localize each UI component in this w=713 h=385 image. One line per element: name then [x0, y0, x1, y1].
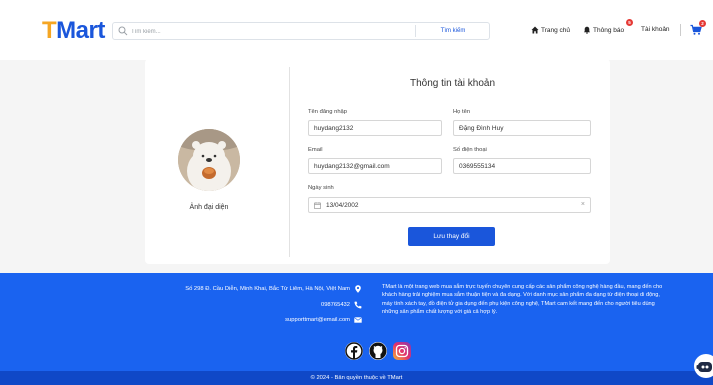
nav-notifications[interactable]: Thông báo: [583, 26, 624, 34]
profile-title: Thông tin tài khoản: [409, 78, 496, 89]
location-icon: [355, 285, 361, 293]
phone-label: Số điện thoại: [453, 147, 487, 153]
instagram-glyph: [395, 344, 409, 358]
nav-home-label: Trang chủ: [541, 26, 571, 34]
footer: Số 298 Đ. Cầu Diễn, Minh Khai, Bắc Từ Li…: [0, 273, 713, 371]
search-button[interactable]: Tìm kiếm: [417, 23, 489, 39]
logo-t: T: [42, 17, 57, 44]
dob-value: 13/04/2002: [326, 202, 359, 209]
nav-notify-label: Thông báo: [593, 26, 625, 34]
card-divider: [289, 67, 290, 257]
github-icon[interactable]: [369, 342, 387, 360]
search-divider: [415, 25, 416, 37]
mail-icon: [354, 317, 362, 323]
email-field[interactable]: [308, 158, 442, 174]
nav-account-label: Tài khoản: [641, 26, 670, 33]
header: TMart Tìm kiếm Trang chủ Thông báo 5 Tài…: [0, 0, 713, 60]
github-glyph: [369, 342, 387, 360]
facebook-glyph: [345, 342, 363, 360]
footer-about-text: TMart là một trang web mua sắm trực tuyế…: [382, 284, 663, 315]
avatar-label: Ảnh đại diện: [189, 204, 229, 211]
cart-badge: 2: [699, 20, 706, 27]
phone-icon: [354, 301, 362, 309]
nav-account[interactable]: Tài khoản: [641, 26, 670, 33]
instagram-icon[interactable]: [393, 342, 411, 360]
bell-icon: [583, 26, 591, 34]
chatbot-glyph: [695, 355, 713, 377]
username-field[interactable]: [308, 120, 442, 136]
tmart-logo[interactable]: TMart: [42, 18, 105, 44]
email-label: Email: [308, 147, 323, 153]
nav-separator: [680, 24, 681, 36]
avatar-column: Ảnh đại diện: [145, 59, 290, 264]
phone-field[interactable]: [453, 158, 591, 174]
search-input[interactable]: [131, 25, 421, 38]
bear-avatar-image: [178, 129, 240, 191]
clear-icon[interactable]: ×: [581, 201, 585, 208]
phone-text: 098765432: [320, 302, 350, 308]
logo-mart: Mart: [56, 17, 105, 44]
chat-widget-icon[interactable]: [694, 354, 713, 378]
dob-label: Ngày sinh: [308, 185, 334, 191]
footer-phone: 098765432: [321, 301, 362, 309]
home-icon: [531, 26, 539, 34]
dob-datepicker[interactable]: 13/04/2002 ×: [308, 197, 591, 213]
search-box: Tìm kiếm: [112, 22, 490, 40]
footer-email: supporttmart@email.com: [285, 316, 362, 324]
search-icon: [118, 26, 128, 36]
copyright-text: © 2024 - Bản quyền thuộc về TMart: [310, 375, 403, 381]
notification-badge: 5: [626, 19, 633, 26]
profile-card: Ảnh đại diện Thông tin tài khoản Tên đăn…: [145, 59, 610, 264]
email-text: supporttmart@email.com: [285, 317, 350, 323]
username-label: Tên đăng nhập: [308, 109, 348, 115]
fullname-field[interactable]: [453, 120, 591, 136]
footer-address: Số 298 Đ. Cầu Diễn, Minh Khai, Bắc Từ Li…: [185, 285, 362, 293]
save-button[interactable]: Lưu thay đổi: [408, 227, 495, 246]
avatar[interactable]: [178, 129, 240, 191]
footer-bottom-bar: © 2024 - Bản quyền thuộc về TMart: [0, 371, 713, 385]
calendar-icon: [314, 202, 321, 209]
fullname-label: Họ tên: [453, 109, 471, 115]
facebook-icon[interactable]: [345, 342, 363, 360]
nav-home[interactable]: Trang chủ: [531, 26, 570, 34]
address-text: Số 298 Đ. Cầu Diễn, Minh Khai, Bắc Từ Li…: [185, 286, 350, 292]
